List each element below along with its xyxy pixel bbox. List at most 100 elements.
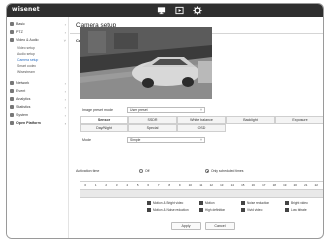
preset-select[interactable]: User preset ˅ xyxy=(127,107,205,113)
radio-label: Only scheduled times xyxy=(211,169,244,173)
hour-label: 23 xyxy=(322,182,324,189)
tab-ssdr[interactable]: SSDR xyxy=(128,116,177,124)
sidebar-subitem-camera-setup[interactable]: Camera setup xyxy=(17,58,38,62)
hour-label: 13 xyxy=(220,183,224,187)
tab-osd[interactable]: OSD xyxy=(177,124,226,132)
hour-label: 12 xyxy=(209,183,213,187)
tab-day-night[interactable]: Day/Night xyxy=(80,124,128,132)
sidebar-item-label: Analytics xyxy=(16,97,31,101)
sidebar-item-label: Event xyxy=(16,89,26,93)
activation-schedule-radio[interactable]: Only scheduled times xyxy=(205,169,243,173)
wisenet-logo: wisenet xyxy=(12,6,40,13)
hour-label: 8 xyxy=(168,183,171,187)
sidebar-subitem-audio-setup[interactable]: Audio setup xyxy=(17,52,35,56)
sidebar-item-open-platform[interactable]: Open Platform › xyxy=(10,120,66,126)
settings-gear-icon[interactable] xyxy=(193,6,202,15)
activation-off-radio[interactable]: Off xyxy=(139,169,149,173)
legend-label: Bright video xyxy=(291,201,308,205)
hour-label: 10 xyxy=(188,183,192,187)
sidebar-item-statistics[interactable]: Statistics › xyxy=(10,104,66,110)
schedule-timeline[interactable] xyxy=(80,190,323,198)
sidebar-item-label: Network xyxy=(16,81,30,85)
hour-label: 21 xyxy=(304,183,308,187)
legend-swatch xyxy=(199,208,203,212)
hour-label: 7 xyxy=(157,183,160,187)
network-icon xyxy=(10,81,14,85)
preset-select-value: User preset xyxy=(130,108,148,112)
ptz-icon xyxy=(10,30,14,34)
hour-label: 9 xyxy=(178,183,181,187)
radio-dot xyxy=(139,169,143,173)
activation-time-label: Activation time xyxy=(76,169,100,173)
hour-label: 15 xyxy=(241,183,245,187)
legend-swatch xyxy=(147,208,151,212)
sidebar-item-label: Open Platform xyxy=(16,121,41,125)
tab-sensor[interactable]: Sensor xyxy=(80,116,128,124)
legend-swatch xyxy=(241,208,245,212)
tab-white-balance[interactable]: White balance xyxy=(177,116,226,124)
chevron-right-icon: › xyxy=(64,112,66,118)
sidebar-subitem-smart-codec[interactable]: Smart codec xyxy=(17,64,36,68)
legend-noise-reduction: Noise reduction xyxy=(241,201,269,205)
app-window: wisenet Basic › PTZ › Video & Audio ˅ Vi… xyxy=(6,3,324,239)
chevron-down-icon: ˅ xyxy=(200,138,202,142)
hour-label: 14 xyxy=(230,183,234,187)
legend-swatch xyxy=(199,201,203,205)
camera-preview xyxy=(80,27,212,99)
chevron-right-icon: › xyxy=(64,21,66,27)
basic-icon xyxy=(10,22,14,26)
legend-swatch xyxy=(147,201,151,205)
tab-backlight[interactable]: Backlight xyxy=(226,116,275,124)
mode-label: Mode xyxy=(82,138,91,142)
sidebar-item-event[interactable]: Event › xyxy=(10,89,66,94)
sidebar-item-ptz[interactable]: PTZ › xyxy=(10,29,66,35)
legend-label: High definition xyxy=(205,208,226,212)
cancel-button[interactable]: Cancel xyxy=(205,222,235,230)
legend-label: Noise reduction xyxy=(247,201,270,205)
radio-dot-selected xyxy=(205,169,209,173)
hour-label: 16 xyxy=(251,183,255,187)
chevron-right-icon: › xyxy=(64,29,66,35)
tab-special[interactable]: Special xyxy=(128,124,177,132)
legend-swatch xyxy=(285,201,289,205)
mode-select-value: Simple xyxy=(130,138,141,142)
hour-label: 11 xyxy=(199,183,203,187)
chevron-right-icon: › xyxy=(64,120,66,126)
apply-button[interactable]: Apply xyxy=(171,222,201,230)
hour-label: 1 xyxy=(94,183,97,187)
sidebar-item-label: System xyxy=(16,113,28,117)
statistics-icon xyxy=(10,105,14,109)
legend-swatch xyxy=(285,208,289,212)
mode-select[interactable]: Simple ˅ xyxy=(127,137,205,143)
playback-icon[interactable] xyxy=(175,6,184,15)
chevron-right-icon: › xyxy=(64,96,66,102)
legend-label: Motion xyxy=(205,201,215,205)
hour-label: 4 xyxy=(126,183,129,187)
tab-exposure[interactable]: Exposure xyxy=(275,116,323,124)
sidebar-subitem-video-setup[interactable]: Video setup xyxy=(17,46,35,50)
hour-label: 18 xyxy=(272,183,276,187)
chevron-right-icon: › xyxy=(64,104,66,110)
analytics-icon xyxy=(10,97,14,101)
hour-label: 6 xyxy=(147,183,150,187)
legend-motion: Motion xyxy=(199,201,215,205)
monitor-icon[interactable] xyxy=(157,6,166,15)
sidebar-item-label: PTZ xyxy=(16,30,23,34)
sidebar-item-network[interactable]: Network › xyxy=(10,81,66,86)
preset-label: Image preset mode xyxy=(82,108,113,112)
sidebar-item-video-audio[interactable]: Video & Audio ˅ xyxy=(10,37,66,43)
hour-label: 0 xyxy=(84,183,87,187)
top-bar: wisenet xyxy=(7,4,323,17)
hour-label: 19 xyxy=(283,183,287,187)
camera-preview-image xyxy=(80,27,212,99)
legend-label: Motion & Noise reduction xyxy=(153,208,189,212)
legend-motion-bright-video: Motion & Bright video xyxy=(147,201,183,205)
legend-low-bitrate: Low bitrate xyxy=(285,208,307,212)
sidebar: Basic › PTZ › Video & Audio ˅ Video setu… xyxy=(7,17,69,238)
sidebar-subitem-wisestream[interactable]: Wisestream xyxy=(17,70,35,74)
sidebar-item-basic[interactable]: Basic › xyxy=(10,21,66,27)
chevron-down-icon: ˅ xyxy=(200,108,202,112)
chevron-down-icon: ˅ xyxy=(63,37,66,43)
sidebar-item-system[interactable]: System › xyxy=(10,112,66,118)
sidebar-item-analytics[interactable]: Analytics › xyxy=(10,96,66,102)
